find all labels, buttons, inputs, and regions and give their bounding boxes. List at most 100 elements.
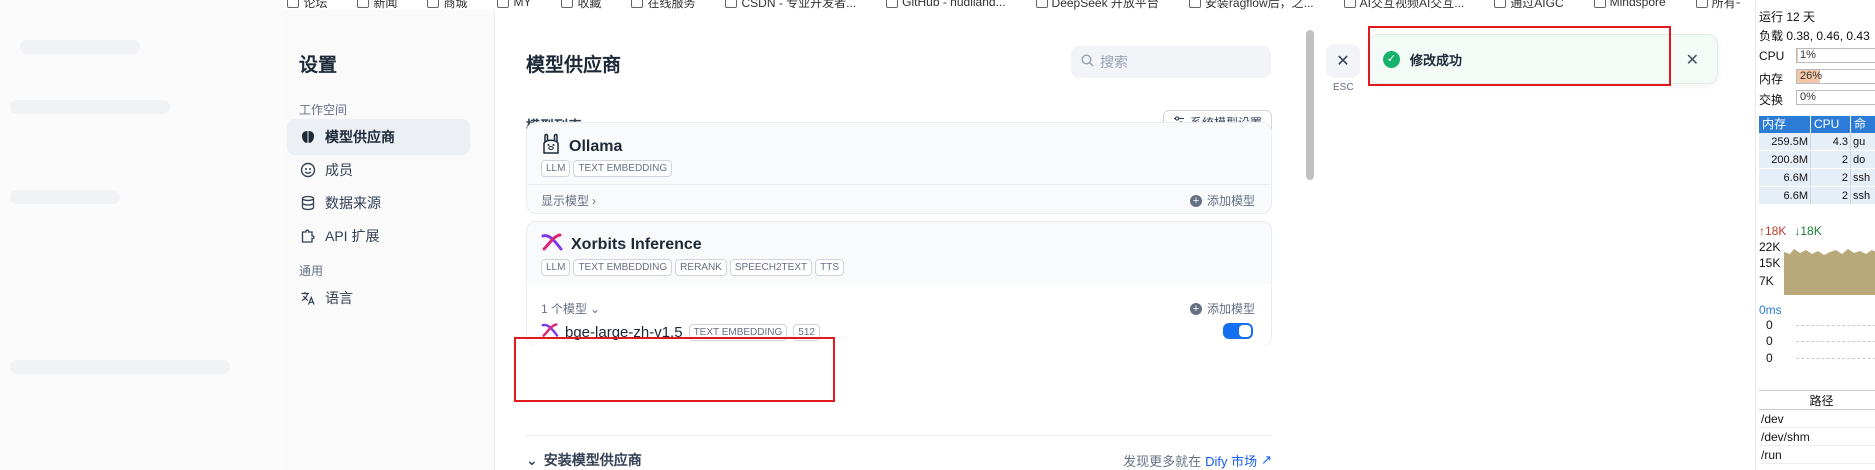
close-settings-button[interactable]: ✕ — [1326, 44, 1360, 78]
bookmark-item[interactable]: 在线服务 — [631, 0, 695, 11]
disk-path-table: 路径 /dev /dev/shm /run — [1759, 390, 1875, 464]
add-model-button[interactable]: + 添加模型 — [1189, 300, 1255, 317]
sidebar-item-label: 数据来源 — [325, 195, 381, 211]
bookmark-item[interactable]: CSDN - 专业开发者... — [725, 0, 856, 11]
bookmark-item[interactable]: DeepSeek 开放平台 — [1035, 0, 1159, 11]
folder-icon — [497, 0, 510, 8]
bookmark-label: 通过AIGC — [1510, 0, 1564, 10]
models-count-toggle[interactable]: 1 个模型 ⌄ — [541, 300, 600, 317]
page-title: 模型供应商 — [526, 55, 622, 76]
process-cmd: ssh — [1851, 169, 1875, 186]
bookmark-label: 收藏 — [577, 0, 602, 10]
translate-icon — [299, 290, 316, 307]
search-box[interactable] — [1071, 46, 1271, 78]
bookmark-item[interactable]: Mindspore — [1593, 0, 1666, 9]
sidebar-item-label: 语言 — [325, 290, 353, 306]
capability-tag: TEXT EMBEDDING — [573, 160, 673, 177]
process-mem: 259.5M — [1759, 133, 1811, 150]
provider-header: Ollama — [541, 133, 622, 160]
show-models-toggle[interactable]: 显示模型 › — [541, 192, 596, 209]
table-row: /run — [1759, 446, 1875, 464]
sidebar-item-label: 成员 — [325, 162, 353, 178]
close-icon: ✕ — [1336, 53, 1350, 70]
process-cmd: do — [1851, 151, 1875, 168]
bookmark-item[interactable]: MY — [497, 0, 531, 9]
search-input[interactable] — [1100, 54, 1260, 70]
settings-title: 设置 — [299, 55, 338, 76]
sidebar-item-api-extension[interactable]: API 扩展 — [287, 218, 470, 254]
mem-bar: 26% — [1796, 69, 1875, 84]
plus-circle-icon: + — [1189, 194, 1202, 207]
path-header[interactable]: 路径 — [1759, 390, 1875, 410]
column-header[interactable]: 内存 — [1759, 116, 1811, 133]
bookmark-item[interactable]: 新闻 — [357, 0, 397, 11]
section-divider — [526, 435, 1272, 436]
folder-icon — [427, 0, 440, 8]
bookmark-item[interactable]: 所有书签 — [1695, 0, 1740, 11]
bookmark-item[interactable]: 通过AIGC — [1494, 0, 1564, 11]
add-model-label: 添加模型 — [1206, 194, 1255, 208]
sidebar-item-label: 模型供应商 — [325, 129, 395, 145]
folder-icon — [1343, 0, 1356, 8]
network-graph-svg — [1784, 249, 1875, 295]
bookmark-label: 所有书签 — [1711, 0, 1740, 10]
bookmark-item[interactable]: 安装ragflow后，之... — [1188, 0, 1314, 11]
network-speed: ↑18K ↓18K — [1759, 224, 1822, 238]
download-speed: ↓18K — [1794, 224, 1822, 238]
scrollbar[interactable] — [1306, 30, 1314, 470]
marketplace-link[interactable]: Dify 市场 — [1205, 451, 1257, 470]
table-row: 6.6M 2 ssh — [1759, 187, 1875, 205]
capability-tag: RERANK — [675, 259, 727, 276]
swap-value: 0% — [1800, 91, 1816, 103]
folder-icon — [1035, 0, 1048, 8]
provider-card-ollama: Ollama LLM TEXT EMBEDDING 显示模型 › + 添加模型 — [526, 122, 1272, 214]
xorbits-logo-icon — [541, 232, 563, 257]
process-cpu: 4.3 — [1811, 133, 1851, 150]
bookmark-item[interactable]: 收藏 — [561, 0, 601, 11]
discover-prefix: 发现更多就在 — [1123, 453, 1202, 469]
bookmark-item[interactable]: 商城 — [427, 0, 467, 11]
table-row: /dev/shm — [1759, 428, 1875, 446]
cpu-label: CPU — [1759, 49, 1785, 63]
highlight-box-model — [514, 337, 835, 402]
bookmark-item[interactable]: 论坛 — [287, 0, 327, 11]
bookmark-item[interactable]: GitHub - hudiland... — [886, 0, 1006, 9]
bookmark-label: Mindspore — [1609, 0, 1666, 9]
column-header[interactable]: CPU — [1811, 116, 1851, 133]
capability-tag: LLM — [541, 160, 571, 177]
sidebar-item-language[interactable]: 语言 — [287, 280, 470, 316]
toast-close-button[interactable]: ✕ — [1686, 50, 1699, 70]
bookmark-item[interactable]: AI交互视频AI交互... — [1343, 0, 1464, 11]
column-header[interactable]: 命 — [1851, 116, 1875, 133]
capability-tag: LLM — [541, 259, 571, 276]
table-row: 6.6M 2 ssh — [1759, 169, 1875, 187]
folder-icon — [725, 0, 738, 8]
process-cpu: 2 — [1811, 187, 1851, 204]
process-cpu: 2 — [1811, 169, 1851, 186]
capability-tags: LLM TEXT EMBEDDING RERANK SPEECH2TEXT TT… — [541, 259, 844, 276]
ping-line — [1796, 341, 1875, 342]
group-label-general: 通用 — [299, 264, 324, 278]
bookmark-label: GitHub - hudiland... — [902, 0, 1006, 9]
chevron-down-icon: ⌄ — [590, 301, 601, 316]
install-providers-toggle[interactable]: ⌄ 安装模型供应商 — [526, 450, 642, 470]
sidebar-item-model-providers[interactable]: 模型供应商 — [287, 119, 470, 155]
uptime: 运行 12 天 — [1759, 10, 1816, 24]
graph-tick: 7K — [1759, 274, 1774, 288]
provider-card-xorbits: Xorbits Inference LLM TEXT EMBEDDING RER… — [526, 221, 1272, 346]
bookmark-label: CSDN - 专业开发者... — [741, 0, 857, 10]
process-mem: 6.6M — [1759, 187, 1811, 204]
models-count-label: 1 个模型 — [541, 302, 588, 316]
load-average: 负载 0.38, 0.46, 0.43 — [1759, 29, 1870, 43]
model-enable-toggle[interactable] — [1223, 323, 1253, 339]
sidebar-item-members[interactable]: 成员 — [287, 152, 470, 188]
scroll-thumb[interactable] — [1306, 30, 1314, 180]
upload-value: 18K — [1765, 224, 1787, 238]
ping-value: 0 — [1766, 334, 1773, 348]
bookmark-label: 新闻 — [373, 0, 398, 10]
table-row: /dev — [1759, 410, 1875, 428]
process-table: 内存 CPU 命 259.5M 4.3 gu 200.8M 2 do 6.6M … — [1759, 116, 1875, 205]
add-model-button[interactable]: + 添加模型 — [1189, 192, 1255, 209]
system-monitor: 运行 12 天 负载 0.38, 0.46, 0.43 CPU 1% 内存 26… — [1755, 0, 1875, 470]
sidebar-item-data-source[interactable]: 数据来源 — [287, 185, 470, 221]
